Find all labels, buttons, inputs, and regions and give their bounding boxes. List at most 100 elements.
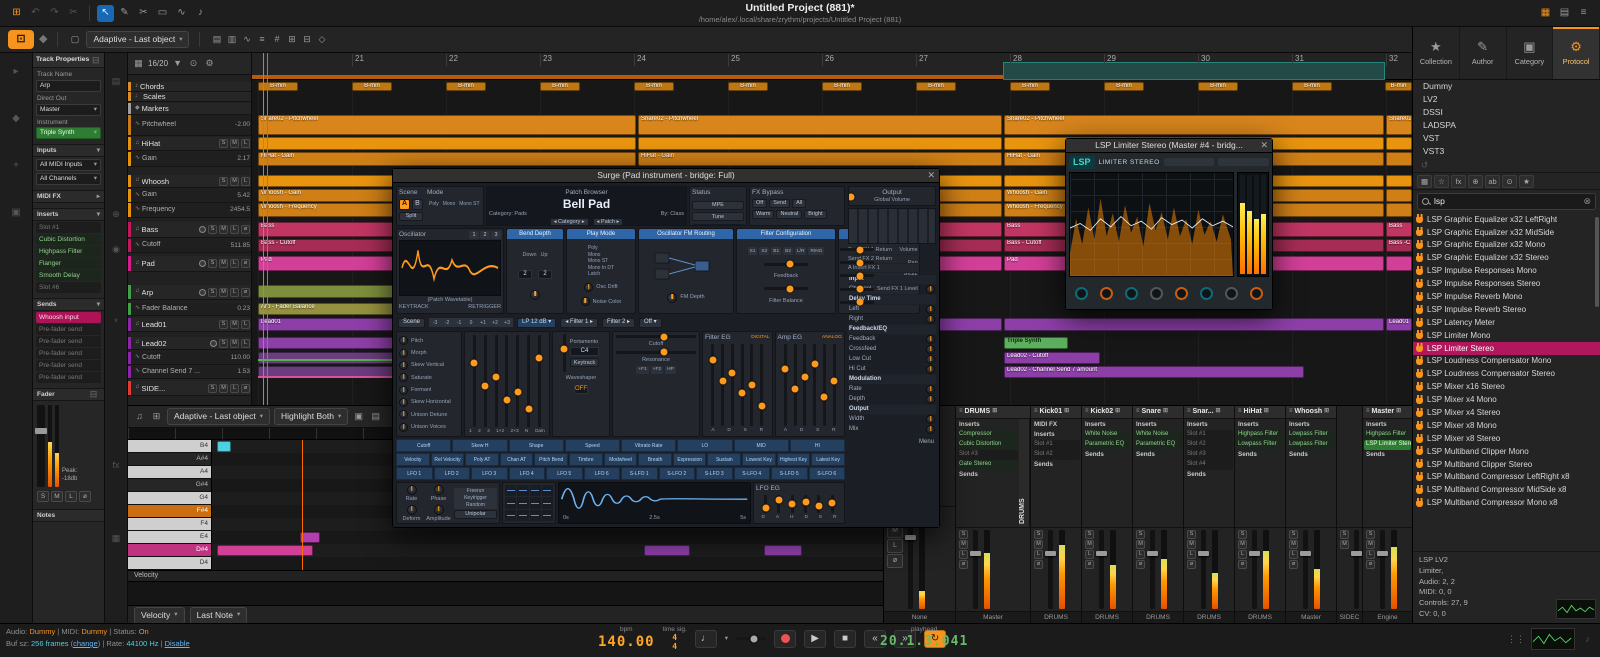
region-clip[interactable]: B-min	[1292, 82, 1332, 91]
eg-slider[interactable]	[741, 344, 744, 426]
region-clip[interactable]: Lead02 - Channel Send 7 amount	[1004, 366, 1304, 378]
punch-marker-line[interactable]	[267, 53, 268, 405]
filter-route-button[interactable]: +F1	[636, 366, 648, 374]
track-row[interactable]: ∿ Fader Balance 0.23	[128, 303, 252, 316]
mod-source-button[interactable]: Pitch Bend	[534, 453, 568, 466]
insert-slot[interactable]: Cubic Distortion	[36, 234, 101, 245]
plugin-list-item[interactable]: LSP Multiband Clipper Stereo	[1413, 458, 1600, 471]
channel-toggle-button[interactable]: M	[1136, 540, 1145, 549]
eg-slider[interactable]	[803, 344, 806, 426]
surge-plugin-window[interactable]: Surge (Pad instrument - bridge: Full) ✕ …	[392, 168, 940, 528]
lfo-eg-slider[interactable]	[831, 495, 834, 513]
scene-output-slider[interactable]	[840, 301, 874, 304]
lfo-trigger-mode[interactable]: Freerun	[454, 488, 497, 495]
scene-mode-option[interactable]: Poly	[427, 201, 441, 207]
channel-toggle-button[interactable]: S	[1034, 530, 1043, 539]
eg-slider[interactable]	[731, 344, 734, 426]
eg-slider[interactable]	[750, 344, 753, 426]
editor-snap-dropdown[interactable]: Adaptive - Last object▾	[167, 408, 270, 425]
track-row[interactable]: ♫ Whoosh S M L	[128, 175, 252, 188]
send-slot[interactable]: Pre-fader send	[36, 336, 101, 347]
mute-button[interactable]: M	[230, 339, 239, 348]
channel-fader[interactable]	[973, 530, 978, 609]
filter-icon[interactable]: ☆	[1434, 175, 1449, 188]
plugin-list-item[interactable]: LSP Multiband Compressor MidSide x8	[1413, 484, 1600, 497]
lsp-toolbar-chip[interactable]	[1218, 158, 1269, 166]
channel-slot[interactable]: Gate Stereo	[957, 460, 1018, 470]
playhead-line[interactable]	[263, 53, 264, 405]
channel-toggle-button[interactable]: M	[1289, 540, 1298, 549]
stop-button[interactable]: ■	[834, 630, 856, 648]
channel-slot[interactable]: Slot #2	[1185, 440, 1233, 450]
channel-slot[interactable]: Parametric EQ	[1083, 440, 1131, 450]
channel-slot[interactable]: Cubic Distortion	[957, 440, 1018, 450]
param-knob[interactable]	[399, 373, 408, 382]
plugin-list-item[interactable]: LSP Impulse Reverb Mono	[1413, 290, 1600, 303]
send-slot[interactable]: Whoosh input	[36, 312, 101, 323]
track-name-field[interactable]: Arp	[36, 80, 101, 92]
fm-routing-diagram[interactable]	[651, 249, 721, 283]
insert-slot[interactable]: Flanger	[36, 258, 101, 269]
channel-fader[interactable]: Peak:-18db	[33, 401, 104, 489]
fx-parameter-row[interactable]: Rate	[848, 385, 936, 395]
plugin-list-item[interactable]: LSP Impulse Responses Mono	[1413, 265, 1600, 278]
channel-slot[interactable]: Compressor	[957, 430, 1018, 440]
protocol-item[interactable]: VST	[1413, 132, 1600, 145]
toolbar-icon[interactable]: ▥	[225, 33, 238, 46]
mod-source-button[interactable]: Timbre	[569, 453, 603, 466]
reset-filter-icon[interactable]: ↺	[1418, 159, 1431, 172]
plugin-list-item[interactable]: LSP Mixer x8 Stereo	[1413, 432, 1600, 445]
listen-button[interactable]: L	[241, 320, 250, 329]
piano-key[interactable]: A#4	[128, 453, 211, 466]
channel-toggle-button[interactable]: L	[1034, 550, 1043, 559]
mod-source-button[interactable]: Speed	[565, 439, 620, 452]
channel-slot[interactable]: Highpass Filter	[1236, 430, 1284, 440]
velocity-mode-dropdown[interactable]: Last Note▾	[190, 607, 248, 624]
channel-output-label[interactable]: Master	[956, 611, 1030, 623]
track-settings-icon[interactable]: ⚙	[203, 57, 216, 70]
listen-button[interactable]: L	[230, 288, 239, 297]
channel-output-label[interactable]: SIDEC	[1337, 611, 1362, 623]
lsp-waveform-graph[interactable]	[1069, 172, 1234, 277]
channel-output-label[interactable]: None	[884, 611, 955, 623]
mono-button[interactable]: ø	[241, 384, 250, 393]
send-slot[interactable]: Pre-fader send	[36, 324, 101, 335]
piano-key[interactable]: D4	[128, 557, 211, 570]
solo-button[interactable]: S	[219, 320, 228, 329]
expand-icon[interactable]: ▾	[97, 211, 100, 219]
channel-toggle-button[interactable]: M	[959, 540, 968, 549]
plugin-list-item[interactable]: LSP Limiter Stereo	[1413, 342, 1600, 355]
piano-key[interactable]: D#4	[128, 544, 211, 557]
fx-bypass-option[interactable]: All	[792, 199, 806, 208]
octave-button[interactable]: +3	[501, 318, 513, 327]
channel-slot[interactable]: Slot #1	[1032, 440, 1080, 450]
eg-slider[interactable]	[760, 344, 763, 426]
channel-toggle-button[interactable]: M	[1187, 540, 1196, 549]
octave-button[interactable]: +1	[477, 318, 489, 327]
patch-name[interactable]: Bell Pad	[489, 197, 684, 211]
mixer-slider[interactable]	[495, 335, 498, 427]
channel-output-label[interactable]: Engine	[1363, 611, 1412, 623]
grid-tab-icon[interactable]: ▦	[110, 532, 123, 545]
send-slot[interactable]: Pre-fader send	[36, 372, 101, 383]
prev-next-patch-button[interactable]: ◂ Patch ▸	[593, 218, 624, 226]
play-mode-option[interactable]: Latch	[586, 271, 616, 277]
channel-toggle-button[interactable]: L	[887, 539, 903, 553]
lsp-knob[interactable]	[1075, 287, 1088, 300]
track-row[interactable]: ∿ Channel Send 7 ... 1.53	[128, 366, 252, 379]
channel-toggle-button[interactable]: L	[1366, 550, 1375, 559]
channel-toggle-button[interactable]: ø	[79, 491, 91, 502]
metronome-volume-slider[interactable]	[736, 637, 766, 640]
midi-note[interactable]	[300, 532, 320, 543]
expand-icon[interactable]: ▾	[97, 301, 100, 309]
plugin-list-item[interactable]: LSP Graphic Equalizer x32 Stereo	[1413, 252, 1600, 265]
channel-toggle-button[interactable]: M	[51, 491, 63, 502]
region-clip[interactable]	[638, 137, 1002, 150]
channel-toggle-button[interactable]: S	[37, 491, 49, 502]
channel-slot[interactable]: Slot #3	[957, 450, 1018, 460]
metronome-options-icon[interactable]: ▾	[725, 635, 728, 643]
region-clip[interactable]: B-min	[258, 82, 298, 91]
mixer-channel-strip[interactable]: ≡ Snare ⊞ InsertsWhite NoiseParametric E…	[1133, 406, 1184, 623]
octave-button[interactable]: -1	[453, 318, 465, 327]
lsp-window-titlebar[interactable]: LSP Limiter Stereo (Master #4 - bridg...…	[1066, 139, 1272, 153]
